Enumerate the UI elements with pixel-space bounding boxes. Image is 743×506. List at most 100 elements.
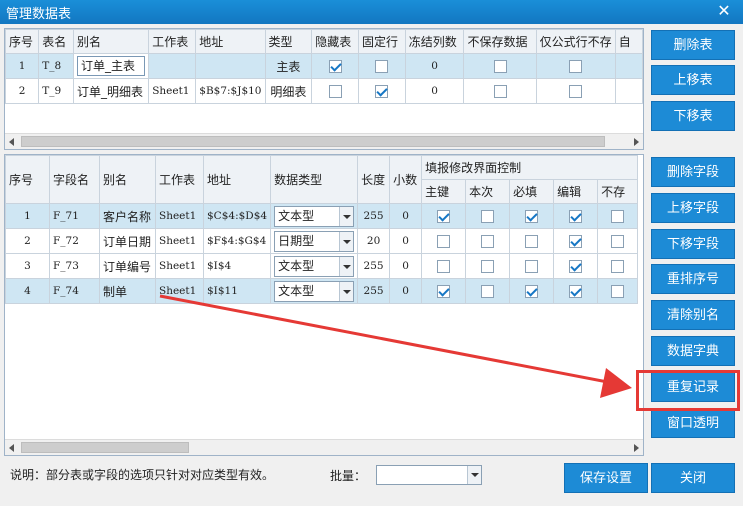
scroll-right-icon[interactable]	[634, 444, 639, 452]
flag-cell[interactable]	[421, 253, 467, 279]
move-up-field-button[interactable]: 上移字段	[651, 193, 735, 223]
table-alias-cell[interactable]: 订单_主表	[72, 53, 150, 79]
delete-field-button[interactable]: 删除字段	[651, 157, 735, 187]
close-button[interactable]: 关闭	[651, 463, 735, 493]
sub-column-header[interactable]: 本次	[465, 179, 511, 204]
chevron-down-icon[interactable]	[467, 466, 481, 484]
checkbox[interactable]	[437, 259, 451, 273]
checkbox-checked[interactable]	[569, 284, 583, 298]
flag-cell[interactable]	[509, 228, 555, 254]
column-header[interactable]: 仅公式行不存	[535, 29, 616, 54]
column-header[interactable]: 地址	[202, 155, 272, 204]
flag-cell[interactable]	[421, 228, 467, 254]
column-header[interactable]: 工作表	[155, 155, 204, 204]
checkbox[interactable]	[611, 234, 625, 248]
field-row[interactable]: 3 F_73 订单编号 Sheet1 $I$4 文本型 255 0	[5, 253, 639, 279]
move-down-table-button[interactable]: 下移表	[651, 101, 735, 131]
scroll-left-icon[interactable]	[9, 138, 14, 146]
checkbox-checked[interactable]	[328, 59, 342, 73]
chevron-down-icon[interactable]	[339, 256, 354, 276]
flag-cell[interactable]	[465, 253, 511, 279]
column-header[interactable]: 固定行	[357, 29, 406, 54]
column-header[interactable]: 自	[614, 29, 643, 54]
flag-cell[interactable]	[509, 253, 555, 279]
data-type-cell[interactable]: 文本型	[270, 278, 359, 304]
renumber-button[interactable]: 重排序号	[651, 264, 735, 294]
checkbox-checked[interactable]	[437, 284, 451, 298]
close-icon[interactable]: ✕	[715, 2, 733, 20]
fixed-cell[interactable]	[357, 78, 406, 104]
data-type-select[interactable]: 文本型	[274, 205, 355, 227]
field-grid-hscrollbar[interactable]	[5, 439, 643, 455]
checkbox-checked[interactable]	[569, 234, 583, 248]
data-type-cell[interactable]: 文本型	[270, 253, 359, 279]
scroll-thumb[interactable]	[21, 136, 605, 147]
column-header[interactable]: 地址	[195, 29, 266, 54]
column-header[interactable]: 序号	[5, 29, 40, 54]
delete-table-button[interactable]: 删除表	[651, 30, 735, 60]
data-type-select[interactable]: 文本型	[274, 255, 355, 277]
flag-cell[interactable]	[421, 278, 467, 304]
move-down-field-button[interactable]: 下移字段	[651, 229, 735, 259]
chevron-down-icon[interactable]	[339, 281, 354, 301]
move-up-table-button[interactable]: 上移表	[651, 65, 735, 95]
data-dictionary-button[interactable]: 数据字典	[651, 336, 735, 366]
flag-cell[interactable]	[597, 278, 639, 304]
flag-cell[interactable]	[597, 253, 639, 279]
column-header[interactable]: 冻结列数	[404, 29, 465, 54]
data-type-cell[interactable]: 日期型	[270, 228, 359, 254]
flag-cell[interactable]	[509, 278, 555, 304]
column-header[interactable]: 长度	[357, 155, 391, 204]
checkbox[interactable]	[481, 284, 495, 298]
flag-cell[interactable]	[465, 203, 511, 229]
hidden-cell[interactable]	[311, 53, 359, 79]
checkbox[interactable]	[481, 209, 495, 223]
checkbox[interactable]	[481, 259, 495, 273]
formula-cell[interactable]	[535, 53, 616, 79]
nosave-cell[interactable]	[463, 78, 537, 104]
column-header[interactable]: 表名	[38, 29, 74, 54]
column-header[interactable]: 数据类型	[270, 155, 359, 204]
field-row[interactable]: 4 F_74 制单 Sheet1 $I$11 文本型 255 0	[5, 278, 639, 304]
checkbox-checked[interactable]	[375, 84, 389, 98]
column-header[interactable]: 序号	[5, 155, 50, 204]
flag-cell[interactable]	[553, 203, 599, 229]
column-header[interactable]: 隐藏表	[311, 29, 359, 54]
checkbox[interactable]	[569, 59, 583, 73]
field-row[interactable]: 2 F_72 订单日期 Sheet1 $F$4:$G$4 日期型 20 0	[5, 228, 639, 254]
checkbox[interactable]	[375, 59, 389, 73]
column-header[interactable]: 不保存数据	[463, 29, 537, 54]
checkbox[interactable]	[481, 234, 495, 248]
column-header[interactable]: 别名	[72, 29, 150, 54]
scroll-thumb[interactable]	[21, 442, 189, 453]
sub-column-header[interactable]: 必填	[509, 179, 555, 204]
table-alias-cell[interactable]: 订单_明细表	[72, 78, 150, 104]
data-type-select[interactable]: 文本型	[274, 280, 355, 302]
checkbox[interactable]	[437, 234, 451, 248]
checkbox-checked[interactable]	[525, 284, 539, 298]
fixed-cell[interactable]	[357, 53, 406, 79]
sub-column-header[interactable]: 编辑	[553, 179, 599, 204]
column-header[interactable]: 工作表	[148, 29, 197, 54]
table-grid-hscrollbar[interactable]	[5, 133, 643, 149]
checkbox[interactable]	[611, 259, 625, 273]
chevron-down-icon[interactable]	[339, 206, 354, 226]
hidden-cell[interactable]	[311, 78, 359, 104]
checkbox[interactable]	[493, 84, 507, 98]
data-type-select[interactable]: 日期型	[274, 230, 355, 252]
window-transparent-button[interactable]: 窗口透明	[651, 408, 735, 438]
flag-cell[interactable]	[553, 253, 599, 279]
checkbox[interactable]	[525, 234, 539, 248]
column-header[interactable]: 字段名	[49, 155, 100, 204]
sub-column-header[interactable]: 主键	[421, 179, 467, 204]
checkbox-checked[interactable]	[437, 209, 451, 223]
chevron-down-icon[interactable]	[339, 231, 354, 251]
table-alias-input[interactable]: 订单_主表	[76, 56, 146, 76]
sub-column-header[interactable]: 不存	[597, 179, 639, 204]
data-type-cell[interactable]: 文本型	[270, 203, 359, 229]
column-header[interactable]: 小数	[389, 155, 423, 204]
scroll-right-icon[interactable]	[634, 138, 639, 146]
flag-cell[interactable]	[465, 228, 511, 254]
checkbox-checked[interactable]	[525, 209, 539, 223]
column-header[interactable]: 类型	[264, 29, 313, 54]
